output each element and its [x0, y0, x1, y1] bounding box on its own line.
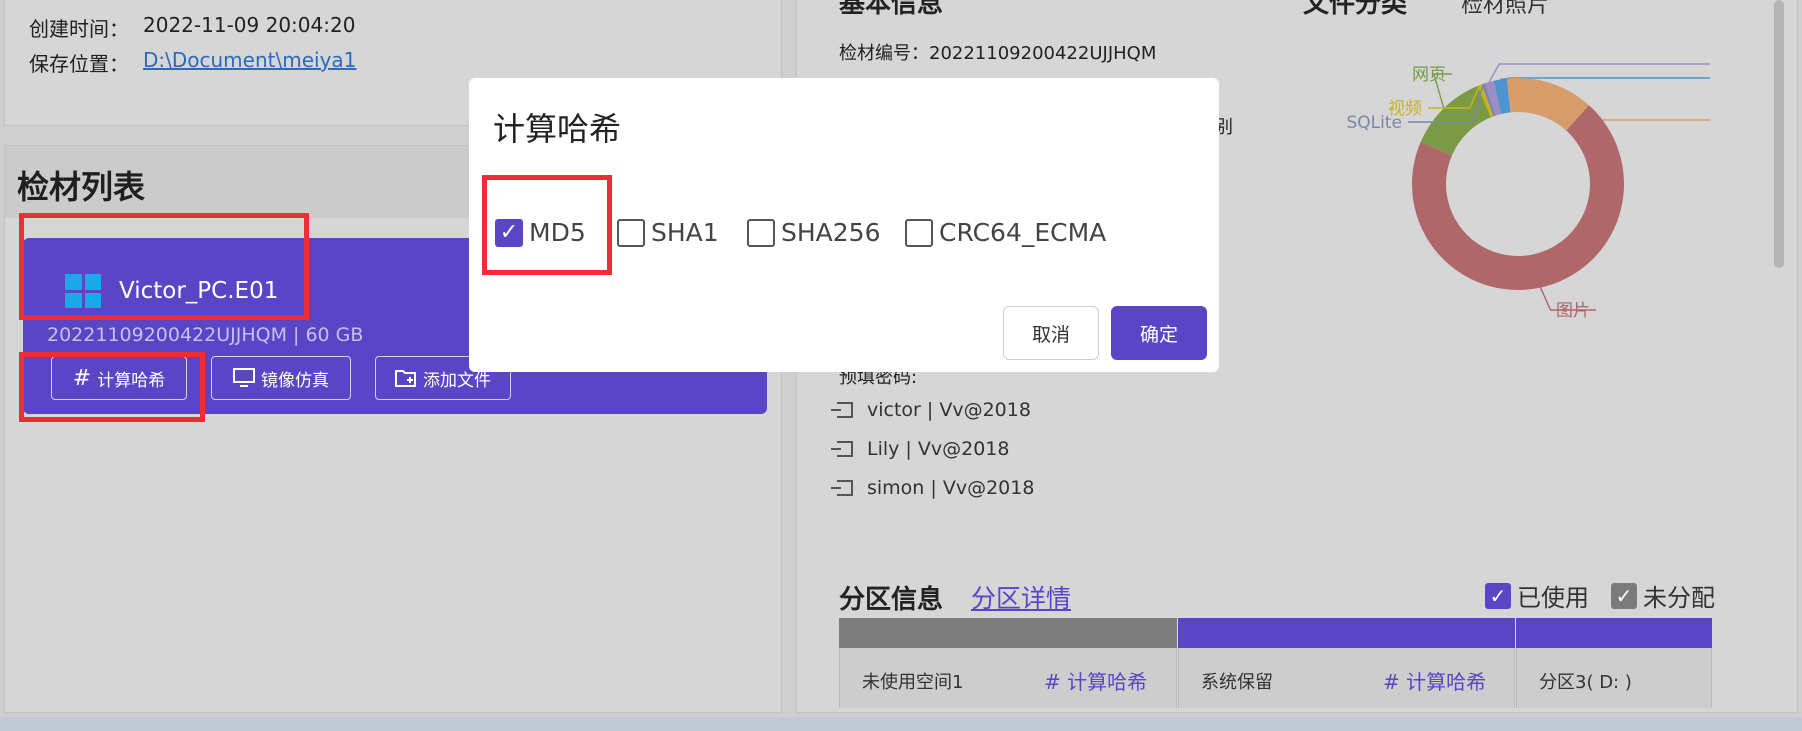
created-row: 创建时间： 2022-11-09 20:04:20 — [29, 13, 355, 42]
evidence-no-value: 20221109200422UJJHQM — [929, 43, 1157, 64]
partition-cell: 未使用空间1 # 计算哈希 — [839, 648, 1177, 708]
created-label: 创建时间： — [29, 17, 129, 41]
location-link[interactable]: D:\Document\meiya1 — [143, 48, 356, 77]
legend-unallocated-label: 未分配 — [1643, 584, 1715, 612]
highlight-evidence-name — [19, 213, 309, 320]
bottom-strip — [0, 717, 1802, 731]
checkbox-icon — [617, 218, 645, 247]
cancel-button[interactable]: 取消 — [1003, 306, 1099, 360]
evidence-no-row: 检材编号：20221109200422UJJHQM — [839, 39, 1156, 65]
option-sha1[interactable]: SHA1 — [617, 218, 719, 247]
pie-label: 图片 — [1556, 301, 1590, 321]
pie-label: 网页 — [1412, 65, 1446, 85]
file-classify-chart: 网页视频SQLite音频压缩文档图片 — [1347, 63, 1710, 321]
location-row: 保存位置： D:\Document\meiya1 — [29, 48, 356, 77]
partition-name: 未使用空间1 — [862, 672, 964, 693]
login-icon — [831, 480, 853, 496]
image-emulation-label: 镜像仿真 — [261, 370, 329, 391]
legend-used[interactable]: ✓ 已使用 — [1485, 578, 1589, 613]
partition-name: 系统保留 — [1201, 672, 1273, 693]
hash-icon: # — [1383, 670, 1407, 694]
partition-bar-used — [1516, 618, 1712, 648]
evidence-sub: 20221109200422UJJHQM | 60 GB — [47, 324, 364, 346]
partition-bar-used — [1178, 618, 1515, 648]
highlight-md5-option — [482, 175, 612, 275]
image-emulation-button[interactable]: 镜像仿真 — [211, 356, 351, 400]
partition-hash-link[interactable]: # 计算哈希 — [1044, 666, 1147, 695]
evidence-no-label: 检材编号： — [839, 43, 929, 64]
partition-details-link[interactable]: 分区详情 — [971, 579, 1071, 615]
password-text: simon | Vv@2018 — [867, 477, 1035, 499]
monitor-icon — [233, 368, 255, 387]
evidence-list-title: 检材列表 — [17, 168, 146, 206]
legend-unallocated[interactable]: ✓ 未分配 — [1611, 578, 1715, 613]
option-label: SHA1 — [651, 218, 719, 247]
partition-hash-link[interactable]: # 计算哈希 — [1383, 666, 1486, 695]
password-item[interactable]: simon | Vv@2018 — [831, 477, 1035, 499]
checkbox-checked-icon: ✓ — [1485, 582, 1511, 609]
partition-name: 分区3( D: ) — [1539, 672, 1632, 693]
scrollbar[interactable] — [1774, 0, 1784, 268]
pie-label: SQLite — [1347, 113, 1403, 133]
basic-info-title: 基本信息 — [839, 0, 944, 19]
password-text: victor | Vv@2018 — [867, 399, 1031, 421]
login-icon — [831, 441, 853, 457]
partition-hash-label: 计算哈希 — [1067, 670, 1148, 694]
partition-cell: 系统保留 # 计算哈希 — [1178, 648, 1515, 708]
partition-cell: 分区3( D: ) — [1516, 648, 1712, 708]
password-item[interactable]: victor | Vv@2018 — [831, 399, 1031, 421]
checkbox-icon — [905, 218, 933, 247]
file-classify-title: 文件分类 — [1303, 0, 1408, 19]
partition-hash-label: 计算哈希 — [1406, 670, 1487, 694]
dialog-title: 计算哈希 — [493, 110, 622, 148]
highlight-hash-button — [19, 352, 205, 422]
login-icon — [831, 402, 853, 418]
checkbox-checked-icon: ✓ — [1611, 582, 1637, 609]
password-text: Lily | Vv@2018 — [867, 438, 1010, 460]
confirm-button[interactable]: 确定 — [1111, 306, 1207, 360]
location-label: 保存位置： — [29, 52, 129, 76]
option-label: CRC64_ECMA — [939, 218, 1107, 247]
hash-icon: # — [1044, 670, 1068, 694]
legend-used-label: 已使用 — [1517, 584, 1589, 612]
partition-title: 分区信息 — [839, 585, 944, 615]
option-sha256[interactable]: SHA256 — [747, 218, 881, 247]
created-value: 2022-11-09 20:04:20 — [143, 13, 356, 37]
option-crc64[interactable]: CRC64_ECMA — [905, 218, 1106, 247]
checkbox-icon — [747, 218, 775, 247]
option-label: SHA256 — [781, 218, 881, 247]
add-folder-icon — [395, 370, 416, 387]
evidence-photo-tab[interactable]: 检材照片 — [1461, 0, 1549, 19]
password-item[interactable]: Lily | Vv@2018 — [831, 438, 1010, 460]
partition-bar-unallocated — [839, 618, 1177, 648]
